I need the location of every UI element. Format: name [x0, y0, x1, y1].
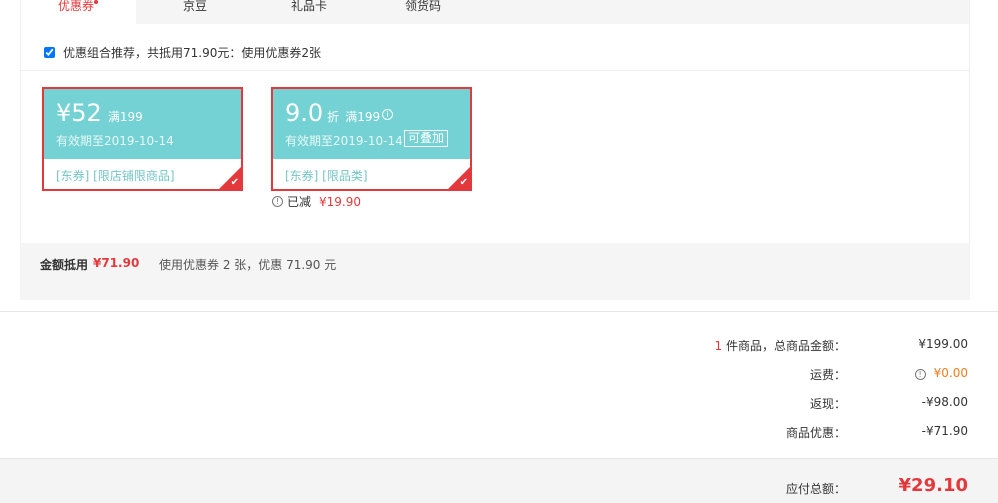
coupon-condition: 满199 — [107, 110, 143, 124]
reduced-value: ¥19.90 — [319, 194, 362, 209]
coupon-unit: 折 — [327, 110, 340, 124]
coupon-face: 9.0 折满199 i 有效期至2019-10-14 可叠加 — [273, 89, 470, 159]
shipping-label: 运费： — [809, 368, 846, 382]
coupon-amount: ¥52 满199 — [56, 99, 143, 127]
combo-checkbox[interactable] — [44, 46, 55, 58]
coupon-card[interactable]: 9.0 折满199 i 有效期至2019-10-14 可叠加 [东券] [限品类] … — [271, 87, 472, 191]
info-icon[interactable]: i — [382, 108, 394, 120]
order-row-cashback: 返现： -¥98.00 — [0, 395, 998, 411]
coupon-amount: 9.0 折满199 i — [285, 99, 394, 131]
cashback-value: -¥98.00 — [921, 395, 968, 409]
coupon-summary: 金额抵用 ¥71.90 使用优惠券 2 张，优惠 71.90 元 — [20, 243, 970, 300]
cashback-label: 返现： — [809, 397, 846, 411]
coupon-validity: 有效期至2019-10-14 — [56, 134, 174, 148]
shipping-value: ¥0.00 — [933, 366, 968, 380]
total-label: 应付总额： — [785, 482, 846, 496]
order-row-shipping: 运费： ! ¥0.00 — [0, 366, 998, 382]
divider — [21, 70, 969, 71]
discount-value: -¥71.90 — [921, 424, 968, 438]
coupon-validity: 有效期至2019-10-14 — [285, 134, 403, 148]
summary-label: 金额抵用 — [40, 258, 89, 272]
discount-label: 商品优惠： — [785, 426, 846, 440]
coupon-card[interactable]: ¥52 满199 有效期至2019-10-14 [东券] [限店铺限商品] ✔ — [42, 87, 243, 191]
info-icon[interactable]: ! — [914, 369, 926, 380]
stackable-badge: 可叠加 — [404, 130, 449, 147]
reduced-note: ! 已减 ¥19.90 — [272, 193, 361, 210]
summary-amount: ¥71.90 — [93, 256, 140, 270]
summary-desc: 使用优惠券 2 张，优惠 71.90 元 — [159, 258, 337, 272]
info-icon[interactable]: ! — [272, 196, 283, 207]
items-value: ¥199.00 — [918, 337, 968, 351]
coupon-tags: [东券] [限店铺限商品] — [56, 169, 175, 183]
items-label: 件商品，总商品金额： — [722, 339, 846, 353]
order-row-items: 1 件商品，总商品金额： ¥199.00 — [0, 337, 998, 353]
coupon-tags: [东券] [限品类] — [285, 169, 368, 183]
coupon-face: ¥52 满199 有效期至2019-10-14 — [44, 89, 241, 159]
combo-recommend[interactable]: 优惠组合推荐，共抵用71.90元：使用优惠券2张 — [44, 44, 321, 60]
order-row-discount: 商品优惠： -¥71.90 — [0, 424, 998, 440]
check-icon: ✔ — [459, 177, 468, 188]
coupon-condition: 满199 — [345, 110, 381, 124]
combo-label: 优惠组合推荐，共抵用71.90元：使用优惠券2张 — [63, 45, 321, 60]
check-icon: ✔ — [230, 177, 239, 188]
divider — [0, 311, 998, 312]
total-bar: 应付总额： ¥29.10 — [0, 458, 998, 503]
total-value: ¥29.10 — [898, 475, 968, 496]
reduced-label: 已减 — [287, 195, 312, 209]
